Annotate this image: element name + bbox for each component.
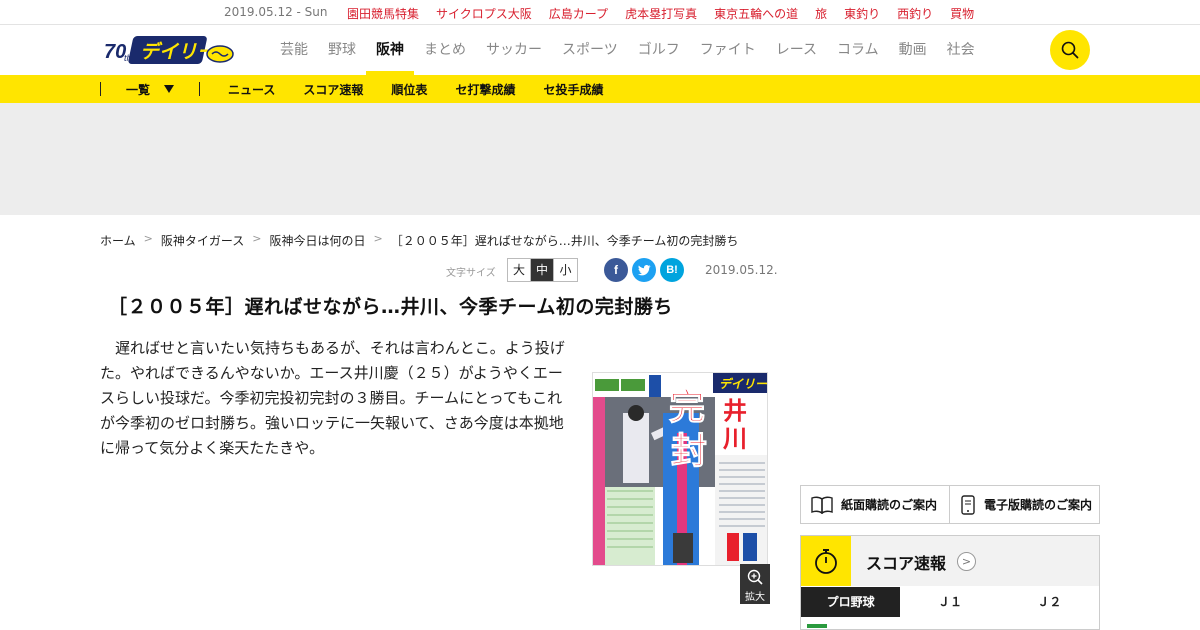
ad-area [0,103,1200,215]
print-subscription-link[interactable]: 紙面購読のご案内 [801,486,950,523]
nav-item-matome[interactable]: まとめ [424,25,466,75]
top-link[interactable]: 買物 [950,5,974,22]
open-book-icon [811,496,833,514]
logo-text: デイリー [140,41,217,63]
article-title: ［２００５年］遅ればせながら…井川、今季チーム初の完封勝ち [108,296,673,318]
font-size-label: 文字サイズ [446,268,496,279]
headline-kawa: 川 [723,425,747,453]
site-header: 70 th デイリー 芸能 野球 阪神 まとめ サッカー スポーツ ゴルフ ファ… [0,25,1200,75]
subnav-item-score[interactable]: スコア速報 [303,81,363,98]
breadcrumb-tigers[interactable]: 阪神タイガース [161,232,244,249]
daily-logo[interactable]: 70 th デイリー [104,34,234,66]
subnav-item-standings[interactable]: 順位表 [391,81,427,98]
zoom-in-icon [747,569,763,585]
caret-down-icon[interactable] [164,85,174,93]
chevron-right-icon: > [252,232,262,245]
headline-fu: 封 [671,431,707,472]
stopwatch-icon [801,536,851,586]
breadcrumb-today[interactable]: 阪神今日は何の日 [269,232,365,249]
nav-item-fight[interactable]: ファイト [700,25,756,75]
chevron-right-icon: > [143,232,153,245]
twitter-share-icon[interactable] [632,258,656,282]
share-buttons: f B! [604,258,684,282]
font-size-small-button[interactable]: 小 [554,259,577,281]
tab-pro-baseball[interactable]: プロ野球 [801,587,901,617]
divider [199,82,200,96]
score-tabs: プロ野球 Ｊ１ Ｊ２ [801,587,1099,617]
tab-j1[interactable]: Ｊ１ [900,587,1000,617]
top-link[interactable]: 園田競馬特集 [347,5,419,22]
nav-item-society[interactable]: 社会 [947,25,975,75]
headline-i: 井 [723,397,747,425]
svg-text:70: 70 [104,41,126,63]
breadcrumb-current: ［２００５年］遅ればせながら…井川、今季チーム初の完封勝ち [390,234,739,248]
subnav-item-batting[interactable]: セ打撃成績 [455,81,515,98]
digital-subscription-label: 電子版購読のご案内 [984,498,1093,512]
current-date: 2019.05.12 - Sun [224,5,328,19]
top-bar: 2019.05.12 - Sun 園田競馬特集 サイクロプス大阪 広島カープ 虎… [0,0,1200,25]
image-zoom-button[interactable]: 拡大 [740,564,770,604]
publish-date: 2019.05.12. [705,263,778,277]
font-size-medium-button[interactable]: 中 [531,259,554,281]
list-dropdown-label[interactable]: 一覧 [126,81,150,98]
top-link[interactable]: 広島カープ [549,5,608,22]
top-link[interactable]: 西釣り [897,5,933,22]
top-link[interactable]: 旅 [815,5,827,22]
top-link[interactable]: 東釣り [844,5,880,22]
nav-item-sports[interactable]: スポーツ [562,25,618,75]
breadcrumb-home[interactable]: ホーム [100,232,136,249]
nav-item-column[interactable]: コラム [837,25,879,75]
hatena-bookmark-icon[interactable]: B! [660,258,684,282]
score-widget-title: スコア速報 [866,554,947,573]
digital-subscription-link[interactable]: 電子版購読のご案内 [950,486,1099,523]
sub-nav-items: ニュース スコア速報 順位表 セ打撃成績 セ投手成績 [228,81,631,98]
chevron-right-icon: > [373,232,383,245]
nav-item-golf[interactable]: ゴルフ [638,25,680,75]
sub-nav: 一覧 ニュース スコア速報 順位表 セ打撃成績 セ投手成績 [0,75,1200,103]
nav-item-yakyu[interactable]: 野球 [328,25,356,75]
top-links: 園田競馬特集 サイクロプス大阪 広島カープ 虎本塁打写真 東京五輪への道 旅 東… [347,5,991,22]
subnav-item-pitching[interactable]: セ投手成績 [543,81,603,98]
nav-item-soccer[interactable]: サッカー [486,25,542,75]
subnav-item-news[interactable]: ニュース [228,81,275,98]
subscription-links: 紙面購読のご案内 電子版購読のご案内 [800,485,1100,524]
main-nav: 芸能 野球 阪神 まとめ サッカー スポーツ ゴルフ ファイト レース コラム … [280,25,995,75]
score-widget-header[interactable]: スコア速報 > [801,536,1099,586]
score-widget: スコア速報 > プロ野球 Ｊ１ Ｊ２ [800,535,1100,630]
search-icon [1061,41,1079,59]
facebook-share-icon[interactable]: f [604,258,628,282]
print-subscription-label: 紙面購読のご案内 [841,498,938,512]
nav-item-video[interactable]: 動画 [899,25,927,75]
team-color-marker [807,624,827,628]
font-size-large-button[interactable]: 大 [508,259,531,281]
zoom-label: 拡大 [745,592,765,603]
tab-j2[interactable]: Ｊ２ [999,587,1099,617]
newspaper-front-page-image[interactable]: デイリー 完 封 井 川 [592,372,768,566]
breadcrumb: ホーム > 阪神タイガース > 阪神今日は何の日 > ［２００５年］遅ればせなが… [100,232,738,249]
headline-kan: 完 [669,387,705,428]
top-link[interactable]: 虎本塁打写真 [625,5,697,22]
svg-text:デイリー: デイリー [719,377,768,391]
search-button[interactable] [1050,30,1090,70]
font-size-switcher: 大 中 小 [507,258,578,282]
nav-item-hanshin[interactable]: 阪神 [366,25,414,75]
nav-item-geino[interactable]: 芸能 [280,25,308,75]
article-body: 遅ればせと言いたい気持ちもあるが、それは言わんとこ。よう投げた。やればできるんや… [100,339,565,457]
nav-item-race[interactable]: レース [776,25,817,75]
top-link[interactable]: 東京五輪への道 [714,5,798,22]
divider [100,82,101,96]
chevron-right-icon[interactable]: > [957,552,976,571]
top-link[interactable]: サイクロプス大阪 [436,5,532,22]
smartphone-icon [961,494,975,515]
